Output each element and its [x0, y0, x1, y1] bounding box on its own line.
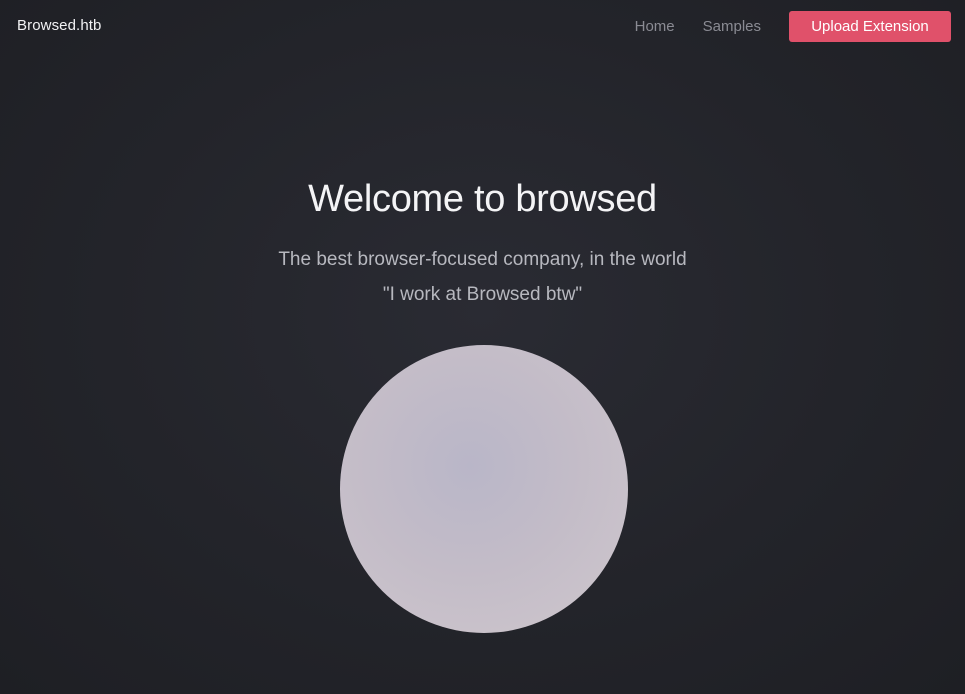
brand-link[interactable]: Browsed.htb — [17, 17, 101, 34]
top-navbar: Browsed.htb Home Samples Upload Extensio… — [0, 0, 965, 54]
nav-link-home[interactable]: Home — [635, 11, 675, 42]
upload-extension-button[interactable]: Upload Extension — [789, 11, 951, 42]
hero-subtitle: The best browser-focused company, in the… — [278, 249, 687, 270]
nav-links: Home Samples Upload Extension — [635, 11, 951, 42]
page-title: Welcome to browsed — [308, 178, 657, 220]
nav-link-samples[interactable]: Samples — [703, 11, 761, 42]
hero-circle-image — [340, 345, 628, 633]
hero-quote: "I work at Browsed btw" — [382, 284, 583, 305]
